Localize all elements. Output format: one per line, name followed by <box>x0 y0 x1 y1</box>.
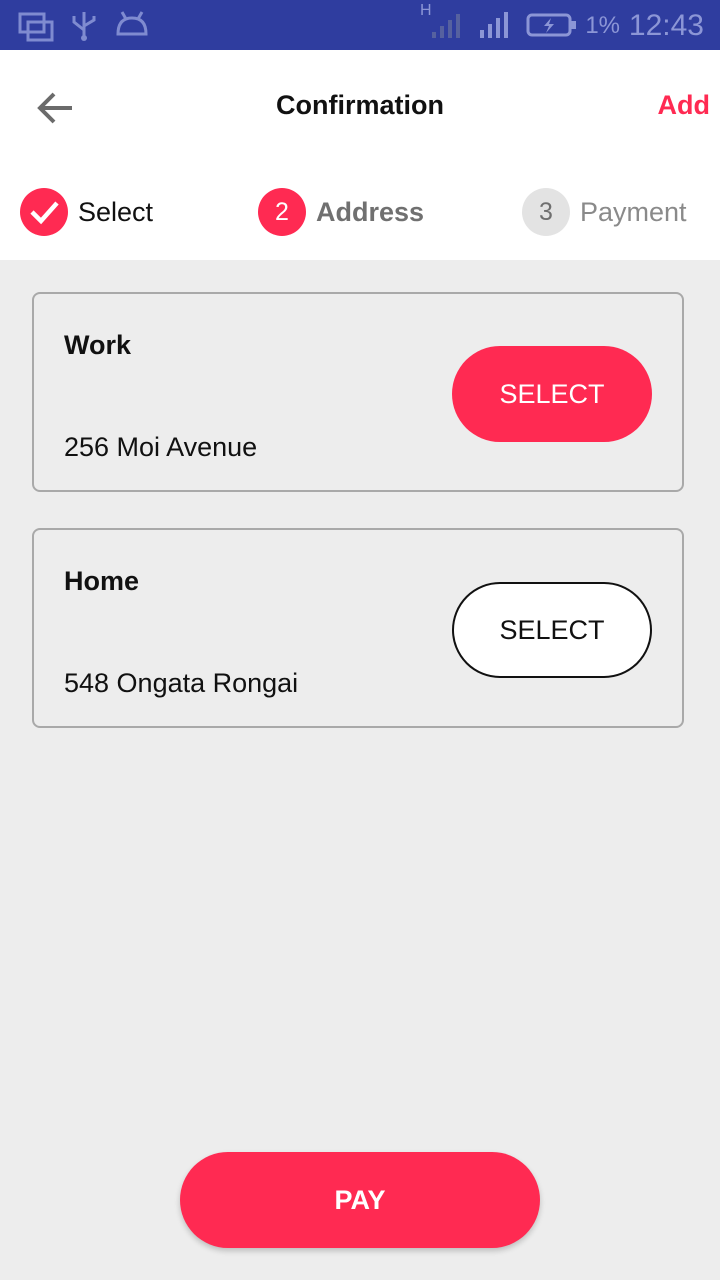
app-bar: Confirmation Add Select 2 Address 3 Paym… <box>0 50 720 260</box>
address-name: Work <box>64 330 132 360</box>
step-select: Select <box>20 187 153 237</box>
address-card-home: Home 548 Ongata Rongai SELECT <box>32 528 684 728</box>
step-label: Select <box>78 196 154 227</box>
page-title: Confirmation <box>276 90 444 120</box>
status-time: 12:43 <box>628 9 704 42</box>
step-label: Payment <box>580 196 687 227</box>
step-number: 3 <box>522 188 570 236</box>
select-button[interactable]: SELECT <box>452 582 652 678</box>
battery-charging-icon <box>526 13 576 37</box>
android-icon <box>116 11 148 36</box>
address-line: 256 Moi Avenue <box>64 432 258 462</box>
screen-mirror-icon <box>18 12 54 42</box>
pay-button[interactable]: PAY <box>180 1152 540 1248</box>
signal-icon <box>432 14 460 38</box>
signal-icon <box>480 12 508 38</box>
add-button[interactable]: Add <box>658 90 710 121</box>
status-bar: H 1% 12:43 <box>0 0 720 50</box>
select-button[interactable]: SELECT <box>452 346 652 442</box>
step-address: 2 Address <box>258 187 424 237</box>
stepper: Select 2 Address 3 Payment <box>0 187 720 237</box>
step-label: Address <box>316 196 425 227</box>
address-card-work: Work 256 Moi Avenue SELECT <box>32 292 684 492</box>
battery-percent: 1% <box>585 12 620 39</box>
step-number: 2 <box>258 188 306 236</box>
step-payment: 3 Payment <box>522 187 687 237</box>
usb-icon <box>72 12 96 41</box>
address-line: 548 Ongata Rongai <box>64 668 299 698</box>
step-check-circle <box>20 188 68 236</box>
check-icon <box>30 201 59 225</box>
address-name: Home <box>64 566 140 596</box>
